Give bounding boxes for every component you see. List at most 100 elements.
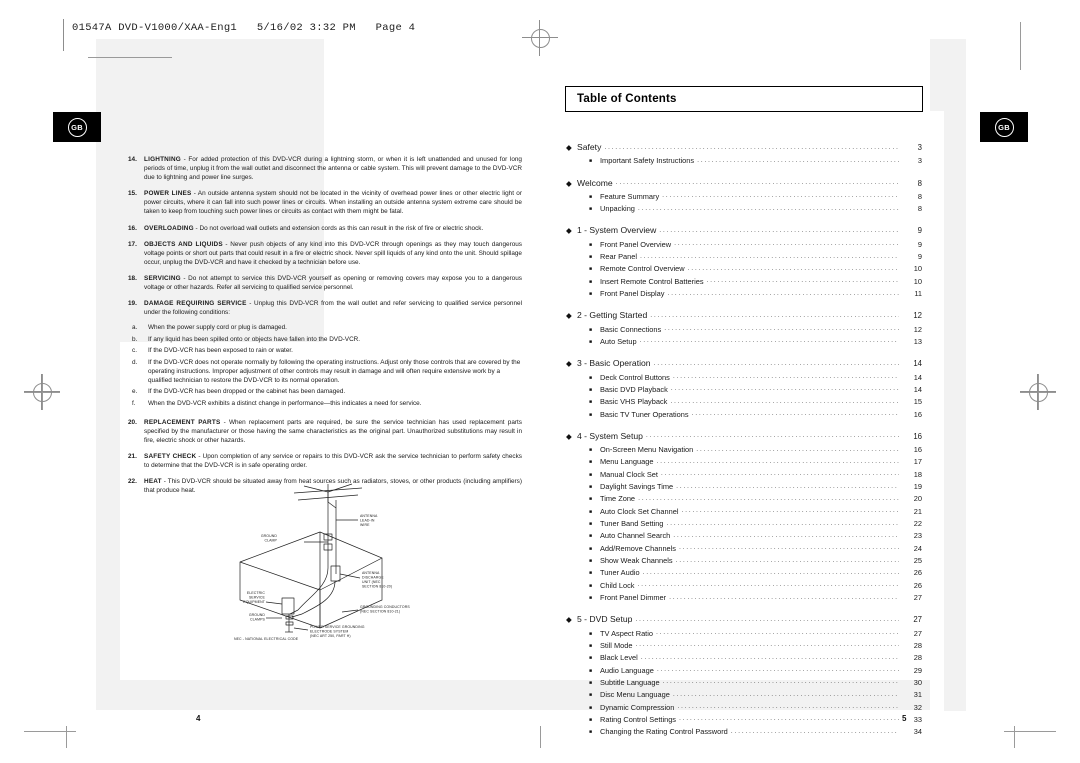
safety-item-body: - An outside antenna system should not b… bbox=[144, 190, 522, 216]
toc-item-row[interactable]: ■ Menu Language..........................… bbox=[566, 456, 922, 468]
toc-leader-dots: ........................................… bbox=[615, 179, 899, 187]
damage-condition-text: If the DVD-VCR has been exposed to rain … bbox=[148, 347, 293, 355]
toc-leader-dots: ........................................… bbox=[653, 359, 899, 367]
safety-item-text: DAMAGE REQUIRING SERVICE - Unplug this D… bbox=[144, 299, 522, 317]
toc-item-row[interactable]: ■ Basic DVD Playback.....................… bbox=[566, 384, 922, 396]
toc-leader-dots: ........................................… bbox=[673, 531, 899, 539]
safety-items-head: 14. LIGHTNING - For added protection of t… bbox=[118, 155, 522, 317]
toc-item-row[interactable]: ■ Auto Channel Search....................… bbox=[566, 530, 922, 542]
square-bullet-icon: ■ bbox=[589, 595, 593, 602]
toc-entry-label: Basic VHS Playback bbox=[600, 397, 668, 407]
svg-text:SECTION 810-20): SECTION 810-20) bbox=[362, 585, 392, 589]
toc-section-row[interactable]: ◆ Welcome................................… bbox=[566, 176, 922, 191]
crop-mark-top-gutter bbox=[1020, 22, 1021, 70]
toc-item-row[interactable]: ■ Tuner Audio............................… bbox=[566, 567, 922, 579]
toc-item-row[interactable]: ■ Black Level............................… bbox=[566, 652, 922, 664]
toc-item-row[interactable]: ■ Audio Language.........................… bbox=[566, 665, 922, 677]
toc-item-row[interactable]: ■ Rear Panel.............................… bbox=[566, 251, 922, 263]
sheet-tint-right-gutter bbox=[930, 39, 966, 111]
toc-item-row[interactable]: ■ Front Panel Dimmer.....................… bbox=[566, 592, 922, 604]
toc-entry-label: Show Weak Channels bbox=[600, 556, 673, 566]
square-bullet-icon: ■ bbox=[589, 266, 593, 273]
toc-leader-dots: ........................................… bbox=[687, 264, 899, 272]
page-title: Table of Contents bbox=[577, 93, 677, 105]
toc-leader-dots: ........................................… bbox=[676, 482, 899, 490]
toc-leader-dots: ........................................… bbox=[637, 204, 899, 212]
toc-entry-page: 16 bbox=[913, 431, 922, 441]
toc-item-row[interactable]: ■ Insert Remote Control Batteries........… bbox=[566, 276, 922, 288]
toc-item-row[interactable]: ■ Unpacking..............................… bbox=[566, 203, 922, 215]
registration-mark-right-middle bbox=[1020, 374, 1056, 410]
square-bullet-icon: ■ bbox=[589, 496, 593, 503]
svg-text:(NEC SECTION 810-21): (NEC SECTION 810-21) bbox=[360, 610, 400, 614]
toc-item-row[interactable]: ■ On-Screen Menu Navigation..............… bbox=[566, 444, 922, 456]
safety-item-body: - For added protection of this DVD-VCR d… bbox=[144, 156, 522, 182]
toc-section-row[interactable]: ◆ 4 - System Setup.......................… bbox=[566, 429, 922, 444]
toc-item-row[interactable]: ■ Deck Control Buttons...................… bbox=[566, 372, 922, 384]
svg-text:ELECTRODE SYSTEM: ELECTRODE SYSTEM bbox=[310, 630, 348, 634]
toc-item-row[interactable]: ■ Manual Clock Set.......................… bbox=[566, 469, 922, 481]
toc-leader-dots: ........................................… bbox=[645, 432, 899, 440]
toc-item-row[interactable]: ■ Important Safety Instructions..........… bbox=[566, 155, 922, 167]
language-tab-left: GB bbox=[53, 112, 101, 142]
toc-item-row[interactable]: ■ Basic Connections......................… bbox=[566, 324, 922, 336]
toc-item-row[interactable]: ■ Front Panel Display....................… bbox=[566, 288, 922, 300]
toc-section-row[interactable]: ◆ 3 - Basic Operation....................… bbox=[566, 356, 922, 371]
toc-entry-label: TV Aspect Ratio bbox=[600, 628, 653, 638]
toc-item-row[interactable]: ■ TV Aspect Ratio........................… bbox=[566, 628, 922, 640]
svg-text:CLAMPS: CLAMPS bbox=[250, 618, 266, 622]
toc-item-row[interactable]: ■ Front Panel Overview...................… bbox=[566, 239, 922, 251]
toc-entry-page: 32 bbox=[913, 702, 922, 712]
toc-entry-label: Auto Clock Set Channel bbox=[600, 506, 679, 516]
toc-item-row[interactable]: ■ Add/Remove Channels....................… bbox=[566, 543, 922, 555]
damage-condition-item: e. If the DVD-VCR has been dropped or the… bbox=[132, 388, 522, 397]
svg-text:POWER SERVICE GROUNDING: POWER SERVICE GROUNDING bbox=[310, 625, 365, 629]
toc-leader-dots: ........................................… bbox=[681, 507, 899, 515]
toc-item-row[interactable]: ■ Rating Control Settings................… bbox=[566, 714, 922, 726]
toc-item-row[interactable]: ■ Disc Menu Language.....................… bbox=[566, 689, 922, 701]
square-bullet-icon: ■ bbox=[589, 411, 593, 418]
toc-section-row[interactable]: ◆ 5 - DVD Setup..........................… bbox=[566, 612, 922, 627]
toc-item-row[interactable]: ■ Dynamic Compression....................… bbox=[566, 702, 922, 714]
toc-item-row[interactable]: ■ Subtitle Language......................… bbox=[566, 677, 922, 689]
safety-item-heading: HEAT bbox=[144, 478, 162, 486]
square-bullet-icon: ■ bbox=[589, 459, 593, 466]
toc-item-row[interactable]: ■ Child Lock.............................… bbox=[566, 580, 922, 592]
toc-entry-label: Child Lock bbox=[600, 580, 635, 590]
toc-item-row[interactable]: ■ Still Mode.............................… bbox=[566, 640, 922, 652]
damage-condition-text: When the DVD-VCR exhibits a distinct cha… bbox=[148, 399, 422, 407]
safety-item-number: 19. bbox=[128, 300, 137, 308]
toc-item-row[interactable]: ■ Auto Clock Set Channel.................… bbox=[566, 506, 922, 518]
toc-entry-page: 16 bbox=[913, 445, 922, 455]
toc-entry-page: 28 bbox=[913, 640, 922, 650]
toc-group: ◆ 2 - Getting Started....................… bbox=[566, 308, 922, 348]
toc-item-row[interactable]: ■ Changing the Rating Control Password...… bbox=[566, 726, 922, 738]
toc-entry-label: Front Panel Dimmer bbox=[600, 593, 667, 603]
toc-entry-label: Daylight Savings Time bbox=[600, 482, 674, 492]
crop-mark-bottom-right-v bbox=[1014, 726, 1015, 748]
crop-mark-slug-rule bbox=[63, 19, 64, 51]
square-bullet-icon: ■ bbox=[589, 254, 593, 261]
toc-entry-page: 25 bbox=[913, 556, 922, 566]
safety-item-heading: SERVICING bbox=[144, 274, 181, 282]
toc-item-row[interactable]: ■ Basic TV Tuner Operations..............… bbox=[566, 409, 922, 421]
toc-item-row[interactable]: ■ Tuner Band Setting.....................… bbox=[566, 518, 922, 530]
scanned-manual-spread: { "slug": { "text": "01547A DVD-V1000/XA… bbox=[0, 0, 1080, 763]
toc-item-row[interactable]: ■ Time Zone..............................… bbox=[566, 493, 922, 505]
toc-leader-dots: ........................................… bbox=[677, 703, 899, 711]
toc-entry-page: 28 bbox=[913, 653, 922, 663]
toc-item-row[interactable]: ■ Daylight Savings Time..................… bbox=[566, 481, 922, 493]
damage-condition-letter: f. bbox=[132, 399, 136, 407]
toc-item-row[interactable]: ■ Feature Summary........................… bbox=[566, 191, 922, 203]
square-bullet-icon: ■ bbox=[589, 716, 593, 723]
toc-leader-dots: ........................................… bbox=[638, 494, 899, 502]
toc-entry-page: 8 bbox=[917, 191, 922, 201]
toc-item-row[interactable]: ■ Show Weak Channels.....................… bbox=[566, 555, 922, 567]
toc-section-row[interactable]: ◆ 2 - Getting Started....................… bbox=[566, 308, 922, 323]
toc-section-row[interactable]: ◆ Safety.................................… bbox=[566, 140, 922, 155]
toc-item-row[interactable]: ■ Basic VHS Playback.....................… bbox=[566, 396, 922, 408]
toc-section-row[interactable]: ◆ 1 - System Overview....................… bbox=[566, 223, 922, 238]
toc-item-row[interactable]: ■ Auto Setup.............................… bbox=[566, 336, 922, 348]
damage-condition-letter: e. bbox=[132, 388, 138, 396]
toc-item-row[interactable]: ■ Remote Control Overview................… bbox=[566, 263, 922, 275]
